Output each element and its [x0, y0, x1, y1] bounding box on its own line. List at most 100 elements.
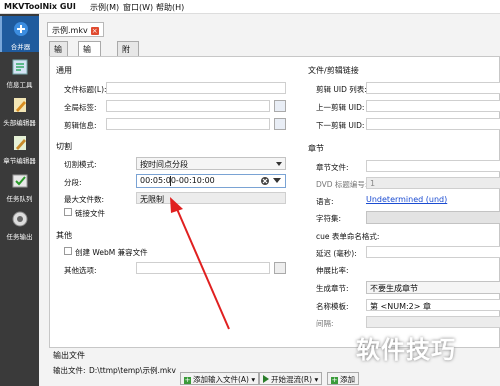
tab-attachments[interactable]: 附件(C)	[117, 41, 139, 75]
output-file-label: 输出文件:	[53, 366, 86, 375]
header-editor-icon	[13, 98, 26, 112]
max-files-value: 无限制	[140, 195, 164, 204]
misc-section-title: 其他	[56, 231, 72, 240]
sidebar-item-label: 任务队列	[6, 195, 33, 203]
sidebar-item-label: 合并器	[10, 43, 31, 51]
job-output-icon	[12, 211, 27, 227]
file-links-section-title: 文件/剪辑链接	[308, 66, 359, 75]
previous-uid-input[interactable]	[366, 100, 500, 112]
link-files-checkbox[interactable]	[64, 208, 72, 216]
language-link[interactable]: Undetermined (und)	[366, 195, 447, 204]
global-tags-input[interactable]	[106, 100, 270, 112]
split-mode-value: 按时间点分段	[140, 160, 188, 169]
output-file-title: 输出文件	[53, 351, 85, 360]
info-tool-icon	[12, 59, 27, 75]
name-template-label: 名称模板:	[316, 302, 349, 311]
split-mode-select[interactable]: 按时间点分段	[136, 157, 286, 170]
add-job-button[interactable]: + 添加	[327, 372, 359, 385]
sidebar-item-chapter-editor[interactable]: 章节编辑器	[0, 130, 39, 166]
general-section-title: 通用	[56, 66, 72, 75]
generate-chapters-value: 不要生成章节	[370, 284, 418, 293]
segment-info-input[interactable]	[106, 118, 270, 130]
browse-folder-icon[interactable]	[274, 100, 286, 112]
add-icon: +	[331, 376, 338, 384]
file-tab[interactable]: 示例.mkv ×	[47, 22, 104, 37]
max-files-label: 最大文件数:	[64, 195, 105, 204]
cue-name-label: cue 表单命名格式:	[316, 232, 380, 241]
global-tags-label: 全局标签:	[64, 103, 97, 112]
output-panel: 通用 文件标题(L): 全局标签: 剪辑信息: 切割 切割模式: 按时间点分段 …	[49, 56, 500, 348]
merge-icon	[13, 22, 28, 36]
close-icon[interactable]: ×	[90, 27, 99, 35]
split-section-title: 切割	[56, 142, 72, 151]
next-uid-label: 下一剪辑 UID:	[316, 121, 365, 130]
delay-label: 延迟 (毫秒):	[316, 249, 357, 258]
sidebar-item-job-queue[interactable]: 任务队列	[0, 168, 39, 204]
annotation-arrow	[170, 197, 230, 330]
segment-info-label: 剪辑信息:	[64, 121, 97, 130]
tab-output[interactable]: 输出(O)	[78, 41, 101, 75]
interval-label: 间隔:	[316, 319, 334, 328]
previous-uid-label: 上一剪辑 UID:	[316, 103, 365, 112]
add-icon: +	[184, 376, 191, 384]
add-input-files-button[interactable]: + 添加输入文件(A) ▾	[180, 372, 260, 385]
delay-input[interactable]	[366, 246, 500, 258]
sidebar-item-label: 章节编辑器	[3, 157, 36, 165]
other-options-label: 其他选项:	[64, 266, 97, 275]
file-tab-label: 示例.mkv	[52, 26, 88, 35]
chapter-file-label: 章节文件:	[316, 163, 349, 172]
clear-icon[interactable]	[260, 176, 270, 186]
menu-item-help[interactable]: 帮助(H)	[156, 2, 184, 13]
name-template-value: 第 <NUM:2> 章	[370, 302, 432, 311]
sidebar-item-info-tool[interactable]: 信息工具	[0, 54, 39, 90]
window-title: MKVToolNix GUI	[4, 2, 76, 11]
split-mode-label: 切割模式:	[64, 160, 97, 169]
generate-chapters-select[interactable]: 不要生成章节	[366, 281, 500, 294]
add-input-files-label: 添加输入文件(A)	[193, 375, 249, 384]
segment-uids-input[interactable]	[366, 82, 500, 94]
sidebar: 合并器 信息工具 头部编辑器 章节编辑器 任务队列 任务输出	[0, 14, 39, 386]
browse-folder-icon[interactable]	[274, 118, 286, 130]
charset-label: 字符集:	[316, 214, 342, 223]
chapter-editor-icon	[13, 136, 26, 150]
file-title-label: 文件标题(L):	[64, 85, 107, 94]
sidebar-item-job-output[interactable]: 任务输出	[0, 206, 39, 242]
dvd-title-input[interactable]: 1	[366, 177, 500, 189]
chevron-down-icon	[276, 162, 282, 166]
sidebar-item-merge[interactable]: 合并器	[0, 16, 39, 52]
split-parts-label: 分段:	[64, 178, 82, 187]
split-parts-value: 00:05:00-00:10:00	[140, 176, 215, 185]
stretch-label: 伸展比率:	[316, 266, 349, 275]
add-job-label: 添加	[340, 375, 355, 384]
chapters-section-title: 章节	[308, 144, 324, 153]
chevron-down-icon[interactable]	[273, 178, 281, 184]
charset-select[interactable]	[366, 211, 500, 224]
webm-checkbox[interactable]	[64, 247, 72, 255]
menu-item-examples[interactable]: 示例(M)	[90, 2, 119, 13]
play-icon	[263, 375, 269, 383]
menu-item-window[interactable]: 窗口(W)	[123, 2, 153, 13]
sidebar-item-label: 任务输出	[6, 233, 33, 241]
language-label: 语言:	[316, 197, 334, 206]
title-bar: MKVToolNix GUI 示例(M) 窗口(W) 帮助(H)	[0, 0, 500, 14]
more-options-icon[interactable]	[274, 262, 286, 274]
generate-chapters-label: 生成章节:	[316, 284, 349, 293]
next-uid-input[interactable]	[366, 118, 500, 130]
text-cursor	[170, 176, 171, 186]
sidebar-item-header-editor[interactable]: 头部编辑器	[0, 92, 39, 128]
start-mux-button[interactable]: 开始混流(R) ▾	[259, 372, 323, 385]
file-title-input[interactable]	[106, 82, 286, 94]
tab-input[interactable]: 输入(I)	[49, 41, 68, 75]
job-queue-icon	[12, 174, 27, 188]
start-mux-label: 开始混流(R)	[271, 375, 313, 384]
link-files-label: 链接文件	[75, 209, 105, 218]
watermark: 软件技巧	[356, 336, 456, 364]
sidebar-item-label: 信息工具	[6, 81, 33, 89]
name-template-input[interactable]: 第 <NUM:2> 章	[366, 299, 500, 311]
segment-uids-label: 剪辑 UID 列表:	[316, 85, 367, 94]
interval-input[interactable]	[366, 316, 500, 328]
output-file-value[interactable]: D:\ttmp\temp\示例.mkv	[89, 365, 176, 376]
webm-label: 创建 WebM 兼容文件	[75, 248, 148, 257]
chapter-file-input[interactable]	[366, 160, 500, 172]
sidebar-item-label: 头部编辑器	[3, 119, 36, 127]
